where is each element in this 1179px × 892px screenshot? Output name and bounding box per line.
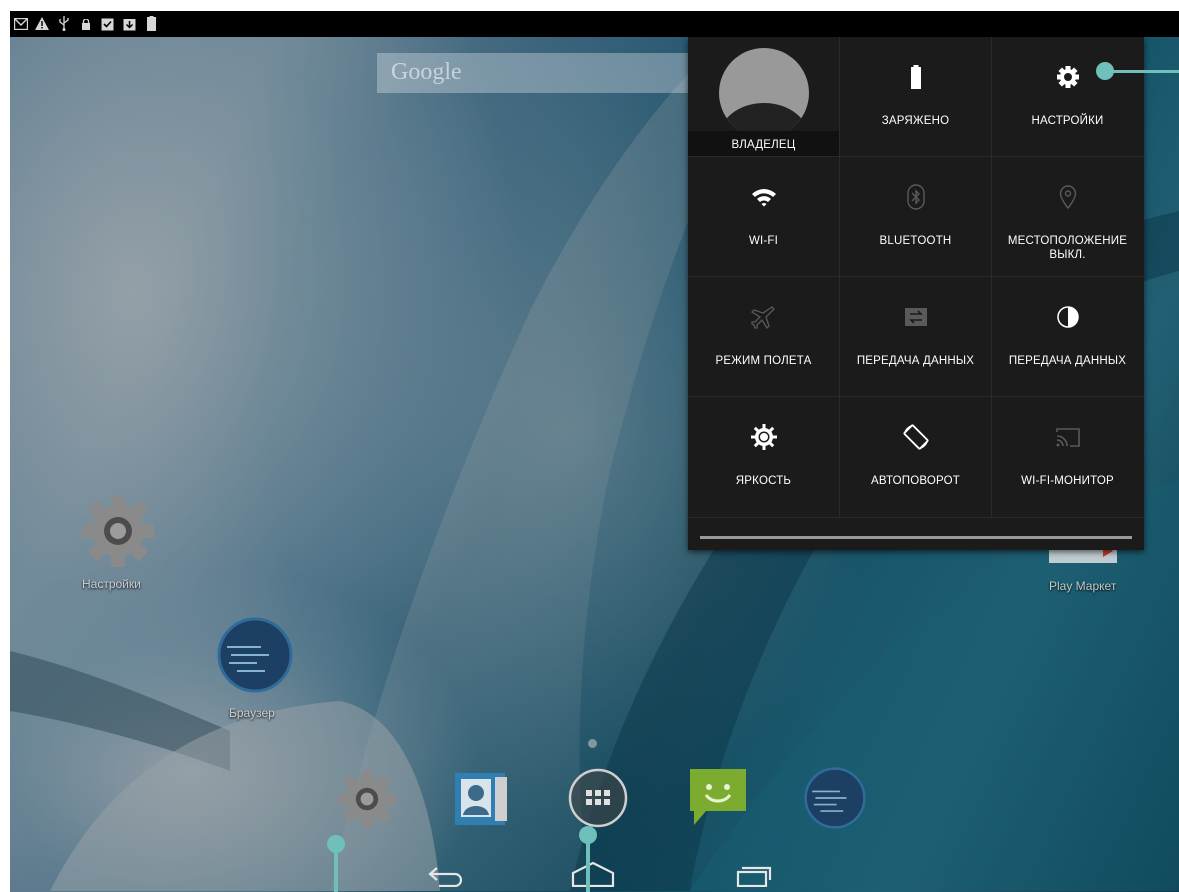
battery-icon — [147, 16, 156, 31]
home-icon[interactable] — [570, 861, 616, 887]
data-usage-tile[interactable]: ПЕРЕДАЧА ДАННЫХ — [992, 277, 1143, 396]
status-bar — [10, 11, 1179, 37]
wifi-label: WI-FI — [748, 235, 779, 247]
brightness-label: ЯРКОСТЬ — [735, 475, 792, 487]
location-tile[interactable]: МЕСТОПОЛОЖЕНИЕ ВЫКЛ. — [992, 157, 1143, 276]
wifi-icon — [751, 189, 776, 207]
airplane-off-icon — [750, 306, 775, 330]
clipboard-check-icon — [101, 18, 114, 31]
wifi-display-label: WI-FI-МОНИТОР — [1021, 475, 1114, 487]
quick-settings-panel: ВЛАДЕЛЕЦ ЗАРЯЖЕНО НАСТРОЙКИ WI-FI BLUETO… — [688, 37, 1144, 550]
airplane-mode-tile[interactable]: РЕЖИМ ПОЛЕТА — [688, 277, 839, 396]
wifi-display-tile[interactable]: WI-FI-МОНИТОР — [992, 397, 1143, 516]
brightness-icon — [750, 424, 777, 450]
cast-screen-icon — [1055, 428, 1080, 447]
lock-icon — [82, 19, 90, 30]
battery-full-icon — [910, 65, 921, 89]
play-market-app-label[interactable]: Play Маркет — [1049, 579, 1116, 593]
app-drawer-icon[interactable] — [568, 768, 628, 828]
settings-app-icon[interactable] — [78, 491, 158, 571]
dock-settings-icon[interactable] — [335, 767, 399, 831]
brightness-tile[interactable]: ЯРКОСТЬ — [688, 397, 839, 516]
bluetooth-tile[interactable]: BLUETOOTH — [840, 157, 991, 276]
dock-browser-icon[interactable] — [804, 767, 866, 829]
page-indicator-dot — [588, 739, 597, 748]
google-search-bar[interactable]: Google — [377, 53, 697, 93]
dock-contacts-icon[interactable] — [451, 769, 511, 829]
recents-icon[interactable] — [736, 865, 772, 887]
airplane-mode-label: РЕЖИМ ПОЛЕТА — [715, 355, 812, 367]
browser-app-label[interactable]: Браузер — [229, 706, 275, 720]
callout-line-settings — [1110, 70, 1179, 73]
wifi-tile[interactable]: WI-FI — [688, 157, 839, 276]
owner-label: ВЛАДЕЛЕЦ — [731, 139, 796, 151]
data-usage-icon — [1056, 306, 1079, 328]
location-label: МЕСТОПОЛОЖЕНИЕ ВЫКЛ. — [1007, 235, 1128, 261]
settings-gear-icon — [1056, 66, 1079, 88]
autorotate-tile[interactable]: АВТОПОВОРОТ — [840, 397, 991, 516]
tile-divider — [688, 517, 1144, 518]
back-icon[interactable] — [427, 865, 465, 887]
tablet-screen: Google Настройки Браузер Play Маркет ВЛА… — [10, 11, 1179, 892]
dock-messaging-icon[interactable] — [686, 767, 750, 829]
browser-app-icon[interactable] — [217, 617, 293, 693]
settings-label: НАСТРОЙКИ — [1031, 115, 1104, 127]
gmail-icon — [14, 18, 28, 30]
data-usage-label: ПЕРЕДАЧА ДАННЫХ — [1008, 355, 1127, 367]
warning-icon — [35, 17, 49, 30]
battery-label: ЗАРЯЖЕНО — [881, 115, 950, 127]
bluetooth-label: BLUETOOTH — [879, 235, 952, 247]
callout-line-dock-settings — [334, 849, 338, 892]
battery-tile[interactable]: ЗАРЯЖЕНО — [840, 37, 991, 156]
autorotate-label: АВТОПОВОРОТ — [870, 475, 961, 487]
settings-tile[interactable]: НАСТРОЙКИ — [992, 37, 1143, 156]
location-off-icon — [1059, 185, 1076, 210]
owner-avatar — [719, 48, 809, 138]
settings-app-label[interactable]: Настройки — [82, 577, 141, 591]
quick-settings-handle[interactable] — [700, 536, 1132, 539]
google-logo-text: Google — [391, 59, 462, 85]
autorotate-icon — [902, 424, 929, 450]
mobile-data-icon — [904, 308, 927, 326]
callout-line-app-drawer — [586, 840, 590, 892]
mobile-data-label: ПЕРЕДАЧА ДАННЫХ — [856, 355, 975, 367]
navigation-bar — [10, 855, 1179, 892]
usb-icon — [59, 16, 69, 31]
owner-tile[interactable]: ВЛАДЕЛЕЦ — [688, 37, 839, 156]
bluetooth-off-icon — [906, 184, 925, 210]
mobile-data-tile[interactable]: ПЕРЕДАЧА ДАННЫХ — [840, 277, 991, 396]
download-icon — [123, 19, 136, 31]
